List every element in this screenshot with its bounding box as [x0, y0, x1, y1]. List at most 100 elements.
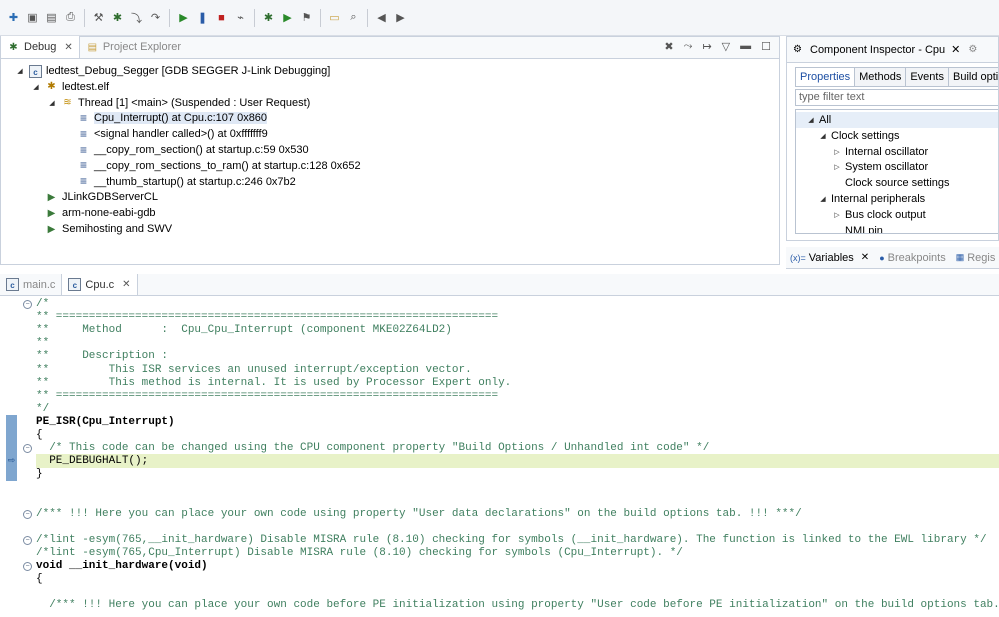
code-line: ** Method : Cpu_Cpu_Interrupt (component…	[36, 324, 452, 337]
property-label: Internal peripherals	[831, 193, 926, 205]
debug-tree-row[interactable]: ≡ Cpu_Interrupt() at Cpu.c:107 0x860	[63, 110, 268, 126]
frame-icon: ≡	[79, 158, 87, 173]
fold-marker-icon[interactable]: −	[23, 300, 32, 309]
disconnect-icon[interactable]: ⌁	[232, 9, 249, 27]
instruction-stepping-icon[interactable]: ↦	[702, 40, 711, 53]
debug-view-toolbar: ✖ ⤳ ↦ ▽ ▬ ☐	[664, 40, 771, 53]
tab-debug[interactable]: ✱ Debug ✕	[1, 36, 80, 58]
tab-label: Regis	[967, 251, 996, 264]
debug-tree-row[interactable]: ▶ Semihosting and SWV	[31, 221, 172, 237]
step-over-icon[interactable]: ↷	[147, 9, 164, 27]
tree-label: arm-none-eabi-gdb	[62, 207, 156, 220]
property-row[interactable]: ◢ Internal peripherals	[818, 191, 925, 207]
expand-twisty-icon[interactable]: ◢	[31, 83, 41, 91]
new-icon[interactable]: ✚	[5, 9, 22, 27]
forward-icon[interactable]: ▶	[392, 9, 409, 27]
debug-tree-row[interactable]: ◢ ✱ ledtest.elf	[31, 79, 109, 95]
fold-marker-icon[interactable]: −	[23, 444, 32, 454]
c-file-icon: c	[68, 278, 82, 291]
build-icon[interactable]: ⚒	[90, 9, 107, 27]
debug-tree-row[interactable]: ≡ __thumb_startup() at startup.c:246 0x7b…	[63, 174, 296, 190]
external-tools-icon[interactable]: ⚑	[298, 9, 315, 27]
expand-twisty-icon[interactable]: ▷	[832, 211, 842, 219]
tree-label: __thumb_startup() at startup.c:246 0x7b2	[94, 175, 296, 188]
property-row[interactable]: ◢ Clock settings	[818, 128, 899, 144]
code-editor[interactable]: ⇨ /* ** =================================…	[0, 296, 999, 617]
close-icon[interactable]: ✕	[951, 43, 960, 56]
component-inspector-title[interactable]: Component Inspector - Cpu	[810, 44, 945, 56]
filter-input[interactable]: type filter text	[795, 89, 998, 106]
expand-twisty-icon[interactable]: ◢	[818, 195, 828, 203]
subtab-build-optio[interactable]: Build optio	[948, 67, 998, 87]
expand-twisty-icon[interactable]: ▷	[832, 163, 842, 171]
debug-tree: ◢ c ledtest_Debug_Segger [GDB SEGGER J-Lin…	[1, 60, 779, 264]
tab-variables[interactable]: (x)= Variables ✕	[790, 252, 869, 264]
tree-label: Thread [1] <main> (Suspended : User Requ…	[78, 96, 311, 109]
search-icon[interactable]: ⌕	[345, 9, 362, 27]
tab-label: Debug	[24, 41, 57, 53]
debug-tree-row[interactable]: ▶ arm-none-eabi-gdb	[31, 205, 156, 221]
fold-marker-icon[interactable]: −	[23, 562, 32, 571]
print-icon[interactable]: ⎙	[62, 9, 79, 27]
second-tab-icon[interactable]: ⚙	[966, 43, 979, 56]
close-icon[interactable]: ✕	[861, 252, 869, 263]
property-row[interactable]: NMI pin	[832, 223, 883, 233]
debug-view-tabs: ✱ Debug ✕ ▤ Project Explorer	[1, 36, 779, 59]
terminate-icon[interactable]: ■	[213, 9, 230, 27]
fold-marker-icon[interactable]: −	[23, 509, 32, 519]
remove-terminated-icon[interactable]: ✖	[664, 40, 673, 53]
expand-twisty-icon[interactable]: ▷	[832, 148, 842, 156]
save-icon[interactable]: ▣	[24, 9, 41, 27]
proc-icon: ▶	[47, 207, 56, 219]
current-line-highlight	[36, 454, 999, 468]
fold-marker-icon[interactable]: −	[23, 535, 32, 545]
tab-breakpoints[interactable]: ● Breakpoints	[879, 252, 946, 264]
property-row[interactable]: ▷ Internal oscillator	[832, 144, 928, 160]
property-label: Bus clock output	[845, 208, 926, 221]
close-icon[interactable]: ✕	[64, 42, 72, 53]
debug-config-icon[interactable]: ✱	[260, 9, 277, 27]
expand-twisty-icon[interactable]: ◢	[15, 67, 25, 75]
tree-label: ledtest.elf	[62, 80, 110, 93]
step-into-icon[interactable]: ⤵	[128, 9, 145, 27]
maximize-icon[interactable]: ☐	[761, 40, 771, 53]
debug-icon[interactable]: ✱	[109, 9, 126, 27]
property-label: Internal oscillator	[845, 145, 929, 158]
debug-tree-row[interactable]: ≡ __copy_rom_sections_to_ram() at startup…	[63, 158, 361, 174]
debug-tree-row[interactable]: ≡ <signal handler called>() at 0xfffffff9	[63, 126, 268, 142]
tree-label: <signal handler called>() at 0xfffffff9	[94, 128, 268, 141]
tab-regis[interactable]: ▦ Regis	[956, 252, 996, 264]
property-row[interactable]: ▷ Bus clock output	[832, 207, 926, 223]
suspend-icon[interactable]: ❚	[194, 9, 211, 27]
tab-Cpu-c[interactable]: c Cpu.c ✕	[61, 274, 138, 295]
view-menu-icon[interactable]: ▽	[722, 40, 730, 53]
expand-twisty-icon[interactable]: ◢	[806, 116, 816, 124]
save-all-icon[interactable]: ▤	[43, 9, 60, 27]
property-row[interactable]: Clock source settings	[832, 175, 950, 191]
debug-tree-row[interactable]: ▶ JLinkGDBServerCL	[31, 189, 158, 205]
subtab-methods[interactable]: Methods	[855, 67, 907, 87]
main-toolbar: ✚ ▣ ▤ ⎙ ⚒ ✱ ⤵ ↷ ▶ ❚ ■ ⌁ ✱ ▶ ⚑ ▭ ⌕ ◀ ▶	[0, 0, 999, 36]
close-icon[interactable]: ✕	[122, 279, 130, 290]
expand-twisty-icon[interactable]: ◢	[818, 132, 828, 140]
back-icon[interactable]: ◀	[373, 9, 390, 27]
property-row[interactable]: ▷ System oscillator	[832, 159, 928, 175]
debug-tree-row[interactable]: ≡ __copy_rom_section() at startup.c:59 0x…	[63, 142, 309, 158]
open-folder-icon[interactable]: ▭	[326, 9, 343, 27]
resume-icon[interactable]: ▶	[175, 9, 192, 27]
minimize-icon[interactable]: ▬	[740, 40, 751, 53]
connect-icon[interactable]: ⤳	[684, 40, 693, 53]
property-row[interactable]: ◢ All	[796, 112, 998, 128]
subtab-properties[interactable]: Properties	[795, 67, 856, 87]
code-line: void __init_hardware(void)	[36, 560, 208, 572]
debug-tree-row[interactable]: ◢ ≋ Thread [1] <main> (Suspended : User Re…	[47, 95, 310, 111]
subtab-events[interactable]: Events	[906, 67, 949, 87]
code-line: /*	[36, 298, 50, 310]
run-icon[interactable]: ▶	[279, 9, 296, 27]
debug-tree-row[interactable]: ◢ c ledtest_Debug_Segger [GDB SEGGER J-Lin…	[15, 63, 330, 79]
code-line: /*** !!! Here you can place your own cod…	[36, 599, 999, 612]
tab-main-c[interactable]: c main.c	[0, 274, 61, 295]
tab-project-explorer[interactable]: ▤ Project Explorer	[80, 36, 187, 58]
expand-twisty-icon[interactable]: ◢	[47, 99, 57, 107]
component-inspector-view: ⚙ Component Inspector - Cpu ✕ ⚙ Properti…	[786, 36, 999, 241]
